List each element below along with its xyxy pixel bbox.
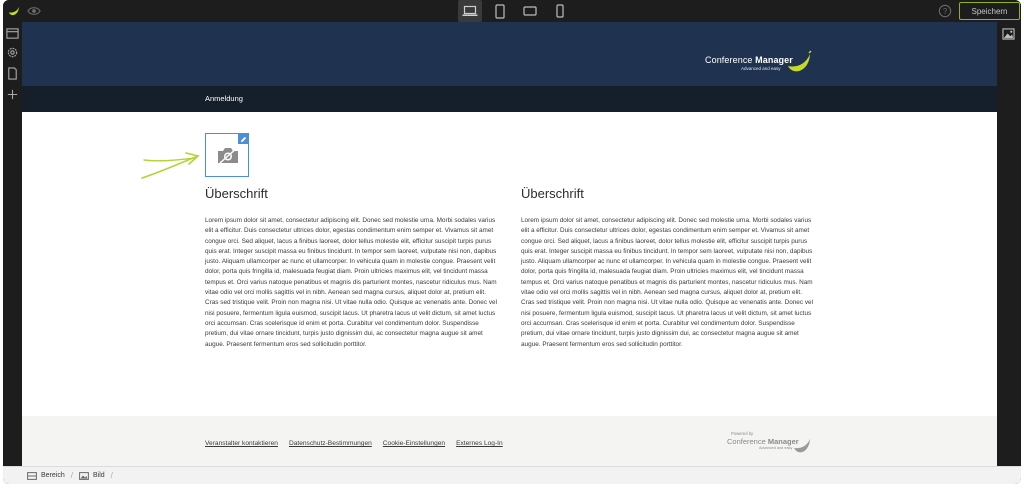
hint-arrow-icon	[141, 152, 200, 179]
device-switcher	[458, 0, 572, 22]
help-icon[interactable]: ?	[938, 4, 952, 18]
pencil-icon	[240, 136, 246, 142]
edit-image-button[interactable]	[238, 134, 248, 144]
breadcrumb-separator: /	[70, 471, 73, 480]
column-heading[interactable]: Überschrift	[205, 186, 497, 204]
footer-link-external-login[interactable]: Externes Log-In	[456, 440, 503, 447]
site-nav: Anmeldung	[22, 86, 997, 112]
device-tablet-landscape-button[interactable]	[518, 0, 542, 22]
powered-by-logo[interactable]: Powered by Conference Manager Advanced a…	[727, 431, 799, 450]
tablet-landscape-icon	[523, 6, 537, 16]
brand-name: Conference Manager	[705, 55, 793, 65]
tablet-portrait-icon	[495, 3, 505, 19]
brand-logo[interactable]: Conference Manager Advanced and easy	[705, 55, 793, 71]
footer-link-contact[interactable]: Veranstalter kontaktieren	[205, 440, 278, 447]
page-icon[interactable]	[6, 67, 19, 80]
footer-link-privacy[interactable]: Datenschutz-Bestimmungen	[289, 440, 372, 447]
image-panel-icon[interactable]	[1002, 28, 1015, 40]
top-toolbar: ? Speichern	[3, 0, 1021, 22]
image-placeholder[interactable]	[205, 133, 249, 177]
banana-logo-icon	[794, 439, 810, 453]
content-column-right: Überschrift Lorem ipsum dolor sit amet, …	[521, 186, 813, 350]
preview-eye-icon[interactable]	[27, 4, 41, 18]
site-header: Conference Manager Advanced and easy	[22, 22, 997, 86]
image-icon	[79, 471, 89, 480]
left-sidebar	[3, 22, 22, 466]
page-canvas: Conference Manager Advanced and easy Anm…	[22, 22, 997, 466]
breadcrumb: Bereich / Bild /	[3, 466, 1021, 484]
powered-by-name: Conference Manager	[727, 437, 799, 446]
add-icon[interactable]	[6, 88, 19, 101]
column-text[interactable]: Lorem ipsum dolor sit amet, consectetur …	[205, 216, 497, 350]
save-button[interactable]: Speichern	[959, 2, 1020, 20]
breadcrumb-item-bild[interactable]: Bild	[79, 471, 105, 480]
phone-icon	[556, 4, 564, 18]
breadcrumb-separator: /	[110, 471, 113, 480]
footer-link-cookies[interactable]: Cookie-Einstellungen	[383, 440, 445, 447]
footer-links: Veranstalter kontaktieren Datenschutz-Be…	[205, 440, 503, 447]
settings-icon[interactable]	[6, 46, 19, 59]
editor-window: ? Speichern Conference Manager Advanced …	[3, 0, 1021, 484]
breadcrumb-item-bereich[interactable]: Bereich	[27, 471, 65, 480]
content-column-left: Überschrift Lorem ipsum dolor sit amet, …	[205, 186, 497, 350]
column-text[interactable]: Lorem ipsum dolor sit amet, consectetur …	[521, 216, 813, 350]
banana-logo-icon	[788, 50, 812, 72]
column-heading[interactable]: Überschrift	[521, 186, 813, 204]
device-phone-button[interactable]	[548, 0, 572, 22]
nav-item-anmeldung[interactable]: Anmeldung	[205, 94, 243, 103]
site-footer: Veranstalter kontaktieren Datenschutz-Be…	[22, 416, 997, 466]
right-sidebar	[997, 22, 1021, 466]
device-laptop-button[interactable]	[458, 0, 482, 22]
layout-icon[interactable]	[6, 27, 19, 40]
laptop-icon	[462, 5, 478, 16]
camera-icon	[218, 147, 238, 164]
svg-text:?: ?	[943, 7, 948, 16]
device-tablet-portrait-button[interactable]	[488, 0, 512, 22]
powered-by-label: Powered by	[731, 431, 754, 436]
app-logo-icon	[8, 6, 20, 16]
section-icon	[27, 471, 37, 480]
